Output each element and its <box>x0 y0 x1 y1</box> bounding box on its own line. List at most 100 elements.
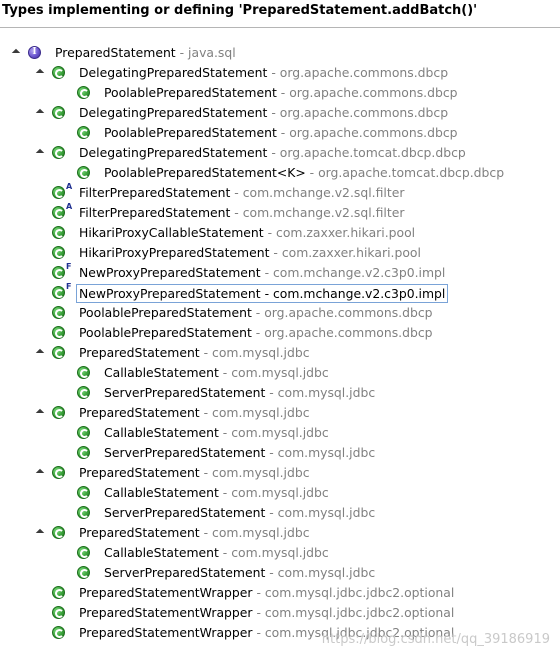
separator: - <box>252 625 265 640</box>
package-name: com.mysql.jdbc.jdbc2.optional <box>264 585 455 600</box>
type-name: PreparedStatementWrapper <box>79 585 253 600</box>
type-name: ServerPreparedStatement <box>104 565 266 580</box>
class-icon <box>52 346 65 359</box>
expand-toggle-icon[interactable] <box>35 148 45 158</box>
package-name: org.apache.commons.dbcp <box>264 325 433 340</box>
tree-row[interactable]: DelegatingPreparedStatement - org.apache… <box>0 63 560 83</box>
tree-row[interactable]: ServerPreparedStatement - com.mysql.jdbc <box>0 563 560 583</box>
tree-row[interactable]: PreparedStatement - com.mysql.jdbc <box>0 523 560 543</box>
tree-row[interactable]: PoolablePreparedStatement - org.apache.c… <box>0 83 560 103</box>
type-name: PreparedStatement <box>79 345 200 360</box>
package-name: com.mysql.jdbc <box>277 445 376 460</box>
tree-row-label: CallableStatement - com.mysql.jdbc <box>104 543 329 563</box>
tree-row[interactable]: ServerPreparedStatement - com.mysql.jdbc <box>0 443 560 463</box>
package-name: com.mysql.jdbc <box>231 365 329 380</box>
class-icon <box>52 206 65 219</box>
tree-row-label: NewProxyPreparedStatement - com.mchange.… <box>76 284 449 303</box>
tree-row[interactable]: PoolablePreparedStatement<K> - org.apach… <box>0 163 560 183</box>
type-name: PreparedStatement <box>55 45 176 60</box>
class-icon <box>52 286 65 299</box>
class-icon <box>52 146 65 159</box>
package-name: com.mysql.jdbc <box>212 465 310 480</box>
type-name: PoolablePreparedStatement <box>79 325 252 340</box>
expand-toggle-icon[interactable] <box>35 348 45 358</box>
separator: - <box>252 585 265 600</box>
package-name: org.apache.commons.dbcp <box>289 125 458 140</box>
tree-row[interactable]: PreparedStatementWrapper - com.mysql.jdb… <box>0 583 560 603</box>
class-icon <box>77 506 90 519</box>
expand-toggle-icon[interactable] <box>35 528 45 538</box>
tree-row[interactable]: ServerPreparedStatement - com.mysql.jdbc <box>0 383 560 403</box>
tree-row-label: PoolablePreparedStatement<K> - org.apach… <box>104 163 504 183</box>
abstract-modifier-icon: A <box>66 202 73 211</box>
expand-toggle-icon[interactable] <box>35 68 45 78</box>
tree-row-label: ServerPreparedStatement - com.mysql.jdbc <box>104 443 375 463</box>
tree-row[interactable]: A FilterPreparedStatement - com.mchange.v… <box>0 202 560 223</box>
tree-row[interactable]: PreparedStatement - com.mysql.jdbc <box>0 343 560 363</box>
tree-row-label: ServerPreparedStatement - com.mysql.jdbc <box>104 383 375 403</box>
class-icon <box>77 126 90 139</box>
tree-row-label: HikariProxyPreparedStatement - com.zaxxe… <box>79 243 421 263</box>
separator: - <box>267 145 280 160</box>
tree-row[interactable]: PreparedStatementWrapper - com.mysql.jdb… <box>0 603 560 623</box>
class-icon <box>77 486 90 499</box>
type-name: PoolablePreparedStatement <box>79 305 252 320</box>
tree-row[interactable]: PoolablePreparedStatement - org.apache.c… <box>0 303 560 323</box>
class-icon <box>77 166 90 179</box>
separator: - <box>199 465 213 480</box>
tree-row-label: PoolablePreparedStatement - org.apache.c… <box>104 83 458 103</box>
tree-row-label: NewProxyPreparedStatement - com.mchange.… <box>79 263 445 283</box>
interface-icon <box>28 46 41 59</box>
package-name: com.mysql.jdbc <box>212 345 310 360</box>
tree-row[interactable]: CallableStatement - com.mysql.jdbc <box>0 363 560 383</box>
class-icon <box>52 586 65 599</box>
tree-row[interactable]: PoolablePreparedStatement - org.apache.c… <box>0 323 560 343</box>
tree-row-label: HikariProxyCallableStatement - com.zaxxe… <box>79 223 415 243</box>
class-icon <box>52 246 65 259</box>
expand-toggle-icon[interactable] <box>35 108 45 118</box>
class-icon <box>77 386 90 399</box>
tree-row[interactable]: A FilterPreparedStatement - com.mchange.v… <box>0 182 560 203</box>
tree-row[interactable]: HikariProxyCallableStatement - com.zaxxe… <box>0 223 560 243</box>
tree-row-label: PreparedStatement - com.mysql.jdbc <box>79 343 310 363</box>
watermark: https://blog.csdn.net/qq_39186919 <box>321 632 550 647</box>
class-icon <box>52 326 65 339</box>
tree-row-label: PoolablePreparedStatement - org.apache.c… <box>79 303 433 323</box>
package-name: com.mchange.v2.sql.filter <box>242 185 405 200</box>
separator: - <box>263 225 277 240</box>
tree-row[interactable]: F NewProxyPreparedStatement - com.mchange… <box>0 262 560 283</box>
tree-row-label: FilterPreparedStatement - com.mchange.v2… <box>79 203 404 223</box>
package-name: com.mchange.v2.c3p0.impl <box>273 265 446 280</box>
tree-row[interactable]: PoolablePreparedStatement - org.apache.c… <box>0 123 560 143</box>
tree-row[interactable]: CallableStatement - com.mysql.jdbc <box>0 543 560 563</box>
tree-row[interactable]: HikariProxyPreparedStatement - com.zaxxe… <box>0 243 560 263</box>
type-name: CallableStatement <box>104 425 219 440</box>
tree-row[interactable]: CallableStatement - com.mysql.jdbc <box>0 483 560 503</box>
package-name: java.sql <box>188 45 236 60</box>
package-name: com.mysql.jdbc <box>212 525 310 540</box>
tree-row[interactable]: DelegatingPreparedStatement - org.apache… <box>0 143 560 163</box>
tree-row[interactable]: PreparedStatement - java.sql <box>0 43 560 63</box>
class-icon <box>52 106 65 119</box>
separator: - <box>265 505 278 520</box>
type-name: PreparedStatement <box>79 465 200 480</box>
expand-toggle-icon[interactable] <box>11 48 21 58</box>
tree-row[interactable]: CallableStatement - com.mysql.jdbc <box>0 423 560 443</box>
expand-toggle-icon[interactable] <box>35 468 45 478</box>
package-name: com.mysql.jdbc <box>231 545 329 560</box>
tree-row[interactable]: ServerPreparedStatement - com.mysql.jdbc <box>0 503 560 523</box>
separator: - <box>199 525 213 540</box>
class-icon <box>52 66 65 79</box>
package-name: com.mysql.jdbc <box>277 505 376 520</box>
type-name: FilterPreparedStatement <box>79 205 231 220</box>
package-name: org.apache.tomcat.dbcp.dbcp <box>318 165 505 180</box>
tree-row[interactable]: PreparedStatement - com.mysql.jdbc <box>0 403 560 423</box>
tree-row[interactable]: F NewProxyPreparedStatement - com.mchange… <box>0 282 560 303</box>
expand-toggle-icon[interactable] <box>35 408 45 418</box>
type-name: NewProxyPreparedStatement <box>79 286 261 301</box>
type-name: ServerPreparedStatement <box>104 445 266 460</box>
class-icon <box>52 626 65 639</box>
tree-row[interactable]: PreparedStatement - com.mysql.jdbc <box>0 463 560 483</box>
final-modifier-icon: F <box>66 282 72 291</box>
tree-row[interactable]: DelegatingPreparedStatement - org.apache… <box>0 103 560 123</box>
